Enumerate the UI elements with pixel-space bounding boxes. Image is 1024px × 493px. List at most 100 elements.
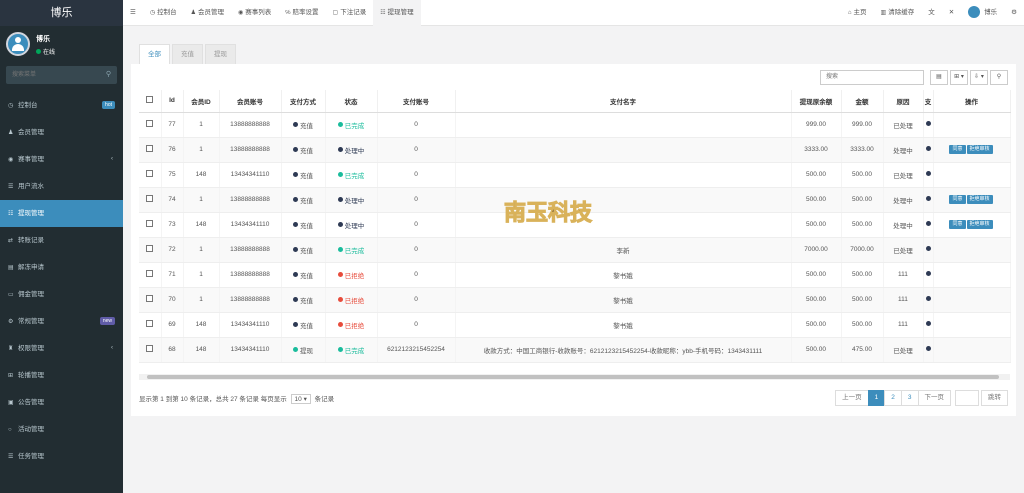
row-checkbox[interactable] bbox=[146, 220, 154, 227]
page-3-button[interactable]: 3 bbox=[900, 390, 919, 406]
scrollbar-thumb[interactable] bbox=[147, 375, 999, 379]
tab-withdraw[interactable]: 提现 bbox=[205, 44, 236, 64]
menu-toggle-icon[interactable]: ☰ bbox=[123, 0, 143, 26]
row-checkbox[interactable] bbox=[146, 345, 154, 352]
row-checkbox[interactable] bbox=[146, 320, 154, 327]
horizontal-scrollbar[interactable] bbox=[139, 374, 1010, 380]
prev-page-button[interactable]: 上一页 bbox=[835, 390, 869, 406]
sidebar-item-5[interactable]: ⇄ 转账记录 bbox=[0, 227, 123, 254]
sidebar-item-1[interactable]: ♟ 会员管理 bbox=[0, 119, 123, 146]
top-tab-0[interactable]: ◷ 控制台 bbox=[143, 0, 184, 26]
page-jump-input[interactable] bbox=[955, 390, 979, 406]
row-select-cell[interactable] bbox=[139, 112, 162, 138]
table-row[interactable]: 76 1 13888888888 充值 处理中 0 3333.00 3333.00 处理中 同意拒… bbox=[139, 137, 1011, 163]
row-checkbox[interactable] bbox=[146, 170, 154, 177]
reject-review-button[interactable]: 拒绝审核 bbox=[966, 220, 993, 229]
table-row[interactable]: 69 148 13434341110 充值 已拒绝 0 黎书娥 500.00 500.00 111 bbox=[139, 312, 1011, 338]
table-row[interactable]: 68 148 13434341110 提现 已完成 6212123215452254 收款方… bbox=[139, 337, 1011, 363]
sidebar-item-2[interactable]: ◉ 赛事管理 ‹ bbox=[0, 146, 123, 173]
col-account[interactable]: 会员账号 bbox=[219, 90, 282, 113]
row-select-cell[interactable] bbox=[139, 237, 162, 263]
row-select-cell[interactable] bbox=[139, 137, 162, 163]
row-checkbox[interactable] bbox=[146, 270, 154, 277]
pay_method-text: 充值 bbox=[300, 197, 313, 205]
table-row[interactable]: 77 1 13888888888 充值 已完成 0 999.00 999.00 已处理 bbox=[139, 112, 1011, 138]
sidebar-item-11[interactable]: ▣ 公告管理 bbox=[0, 389, 123, 416]
row-checkbox[interactable] bbox=[146, 245, 154, 252]
col-orig-balance[interactable]: 提现原余额 bbox=[791, 90, 842, 113]
table-row[interactable]: 72 1 13888888888 充值 已完成 0 李新 7000.00 7000.00 已处理 bbox=[139, 237, 1011, 263]
sidebar-item-4[interactable]: ☷ 提现管理 bbox=[0, 200, 123, 227]
col-amount[interactable]: 金额 bbox=[841, 90, 884, 113]
select-all-checkbox[interactable] bbox=[146, 96, 154, 104]
row-select-cell[interactable] bbox=[139, 337, 162, 363]
row-select-cell[interactable] bbox=[139, 212, 162, 238]
row-select-cell[interactable] bbox=[139, 187, 162, 213]
clear-cache-button[interactable]: ▥ 清除缓存 bbox=[874, 0, 922, 26]
search-icon[interactable]: ⚲ bbox=[106, 70, 111, 78]
reject-review-button[interactable]: 拒绝审核 bbox=[966, 195, 993, 204]
top-tab-1[interactable]: ♟ 会员管理 bbox=[184, 0, 231, 26]
columns-button[interactable]: ⊞ ▾ bbox=[950, 69, 968, 85]
search-button[interactable]: ⚲ bbox=[990, 69, 1008, 85]
tab-all[interactable]: 全部 bbox=[139, 44, 170, 64]
page-2-button[interactable]: 2 bbox=[884, 390, 902, 406]
col-reason[interactable]: 原因 bbox=[883, 90, 924, 113]
reject-review-button[interactable]: 拒绝审核 bbox=[966, 145, 993, 154]
page-1-button[interactable]: 1 bbox=[867, 390, 886, 406]
table-row[interactable]: 70 1 13888888888 充值 已拒绝 0 黎书娥 500.00 500.00 111 bbox=[139, 287, 1011, 313]
col-status[interactable]: 状态 bbox=[325, 90, 378, 113]
row-select-cell[interactable] bbox=[139, 312, 162, 338]
table-row[interactable]: 75 148 13434341110 充值 已完成 0 500.00 500.00 已处理 bbox=[139, 162, 1011, 188]
user-menu[interactable]: 博乐 bbox=[961, 0, 1004, 26]
next-page-button[interactable]: 下一页 bbox=[917, 390, 951, 406]
cell-id: 71 bbox=[161, 262, 184, 288]
settings-icon[interactable]: ⚙ bbox=[1004, 0, 1024, 26]
jump-button[interactable]: 跳转 bbox=[981, 390, 1008, 406]
sidebar-item-7[interactable]: ▭ 佣金管理 bbox=[0, 281, 123, 308]
top-tab-5[interactable]: ☷ 提现管理 bbox=[373, 0, 421, 26]
col-member-id[interactable]: 会员ID bbox=[183, 90, 220, 113]
row-select-cell[interactable] bbox=[139, 162, 162, 188]
table-row[interactable]: 71 1 13888888888 充值 已拒绝 0 黎书娥 500.00 500.00 111 bbox=[139, 262, 1011, 288]
row-select-cell[interactable] bbox=[139, 262, 162, 288]
sidebar-item-0[interactable]: ◷ 控制台 hot bbox=[0, 92, 123, 119]
sidebar-item-13[interactable]: ☰ 任务管理 bbox=[0, 443, 123, 470]
sidebar-search-input[interactable] bbox=[6, 66, 117, 84]
sidebar-item-3[interactable]: ☰ 用户流水 bbox=[0, 173, 123, 200]
sidebar-item-6[interactable]: ▤ 解冻申请 bbox=[0, 254, 123, 281]
export-button[interactable]: ⇩ ▾ bbox=[970, 69, 988, 85]
approve-button[interactable]: 同意 bbox=[949, 195, 966, 204]
fullscreen-icon[interactable]: ✕ bbox=[942, 0, 961, 26]
page-size-select[interactable]: 10 ▾ bbox=[290, 393, 311, 404]
brand-logo[interactable]: 博乐 bbox=[0, 0, 123, 26]
cell-reason: 111 bbox=[883, 287, 924, 313]
col-extra[interactable]: 支 bbox=[923, 90, 934, 113]
col-pay-name[interactable]: 支付名字 bbox=[455, 90, 792, 113]
translate-icon[interactable]: 文 bbox=[921, 0, 942, 26]
approve-button[interactable]: 同意 bbox=[949, 145, 966, 154]
toggle-view-button[interactable]: ▤ bbox=[930, 69, 948, 85]
top-tab-2[interactable]: ◉ 赛事列表 bbox=[231, 0, 278, 26]
row-checkbox[interactable] bbox=[146, 295, 154, 302]
sidebar-item-9[interactable]: ♜ 权限管理 ‹ bbox=[0, 335, 123, 362]
col-pay-method[interactable]: 支付方式 bbox=[281, 90, 326, 113]
table-search-input[interactable] bbox=[820, 69, 924, 85]
select-all-header[interactable] bbox=[139, 90, 162, 113]
row-checkbox[interactable] bbox=[146, 145, 154, 152]
row-select-cell[interactable] bbox=[139, 287, 162, 313]
sidebar-item-10[interactable]: ⊞ 轮播管理 bbox=[0, 362, 123, 389]
top-tab-3[interactable]: ℅ 赔率设置 bbox=[278, 0, 325, 26]
sidebar-item-label: 解冻申请 bbox=[18, 264, 44, 271]
col-id[interactable]: Id bbox=[161, 90, 184, 113]
sidebar-item-12[interactable]: ○ 活动管理 bbox=[0, 416, 123, 443]
top-tab-4[interactable]: ▢ 下注记录 bbox=[326, 0, 374, 26]
row-checkbox[interactable] bbox=[146, 195, 154, 202]
row-checkbox[interactable] bbox=[146, 120, 154, 127]
sidebar-item-8[interactable]: ⚙ 常规管理 new bbox=[0, 308, 123, 335]
home-link[interactable]: ⌂ 主页 bbox=[841, 0, 874, 26]
approve-button[interactable]: 同意 bbox=[949, 220, 966, 229]
cell-pay-method: 充值 bbox=[281, 262, 326, 288]
col-pay-account[interactable]: 支付账号 bbox=[377, 90, 456, 113]
tab-recharge[interactable]: 充值 bbox=[172, 44, 203, 64]
